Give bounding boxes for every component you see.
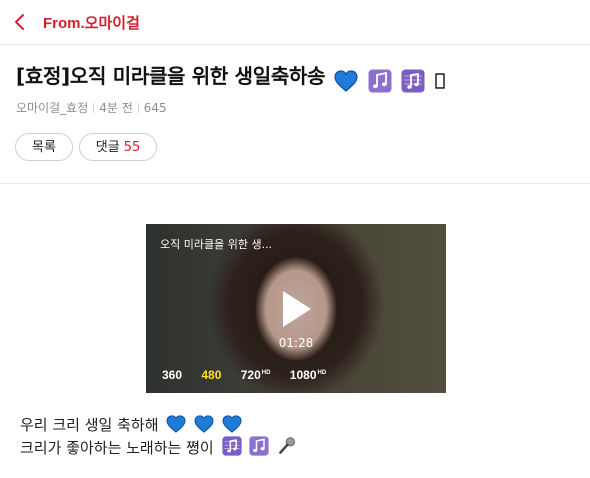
missing-glyph-icon (435, 72, 445, 89)
body-line-text: 우리 크리 생일 축하해 (20, 416, 159, 434)
meta-divider (137, 103, 139, 113)
body-line-text: 크리가 좋아하는 노래하는 쪙이 (20, 439, 214, 457)
chevron-left-icon[interactable] (11, 12, 29, 32)
quality-option-720[interactable]: 720HD (241, 368, 271, 382)
section-divider (0, 183, 590, 184)
author-name: 오마이걸_효정 (16, 101, 89, 115)
blue-heart-icon (334, 70, 358, 92)
blue-heart-icon (166, 415, 186, 433)
title-emoji-group (334, 67, 448, 93)
top-bar: From.오마이걸 (0, 0, 590, 45)
comments-button-label: 댓글 (95, 140, 120, 155)
hd-badge: HD (317, 370, 327, 376)
video-title: 오직 미라클을 위한 생... (160, 238, 273, 251)
list-button-label: 목록 (32, 140, 56, 155)
comment-count: 55 (123, 140, 141, 155)
music-notes-icon (249, 436, 269, 456)
video-duration: 01:28 (278, 336, 314, 350)
play-icon[interactable] (279, 289, 313, 329)
post-body: 우리 크리 생일 축하해 크리가 좋아하는 노래하는 쪙이 (20, 414, 297, 459)
quality-selector: 360 480 720HD 1080HD (162, 368, 342, 382)
blue-heart-icon (194, 415, 214, 433)
post-title-row: [효정]오직 미라클을 위한 생일축하송 (16, 60, 448, 93)
musical-score-icon (401, 69, 425, 93)
post-title: [효정]오직 미라클을 위한 생일축하송 (16, 64, 326, 88)
quality-option-480[interactable]: 480 (201, 368, 221, 382)
musical-score-icon (222, 436, 242, 456)
body-line: 우리 크리 생일 축하해 (20, 414, 297, 436)
brand-title[interactable]: From.오마이걸 (43, 12, 140, 33)
body-line: 크리가 좋아하는 노래하는 쪙이 (20, 436, 297, 459)
music-notes-icon (368, 69, 392, 93)
blue-heart-icon (222, 415, 242, 433)
hd-badge: HD (261, 370, 271, 376)
post-meta: 오마이걸_효정 4분 전 645 (16, 99, 167, 116)
quality-option-360[interactable]: 360 (162, 368, 182, 382)
post-time: 4분 전 (99, 101, 133, 115)
comments-button[interactable]: 댓글 55 (79, 133, 157, 161)
quality-option-1080[interactable]: 1080HD (290, 368, 326, 382)
view-count: 645 (143, 101, 167, 115)
microphone-icon (277, 436, 297, 456)
meta-divider (93, 103, 95, 113)
video-player[interactable]: 오직 미라클을 위한 생... 01:28 360 480 720HD 1080… (146, 224, 446, 393)
list-button[interactable]: 목록 (15, 133, 73, 161)
